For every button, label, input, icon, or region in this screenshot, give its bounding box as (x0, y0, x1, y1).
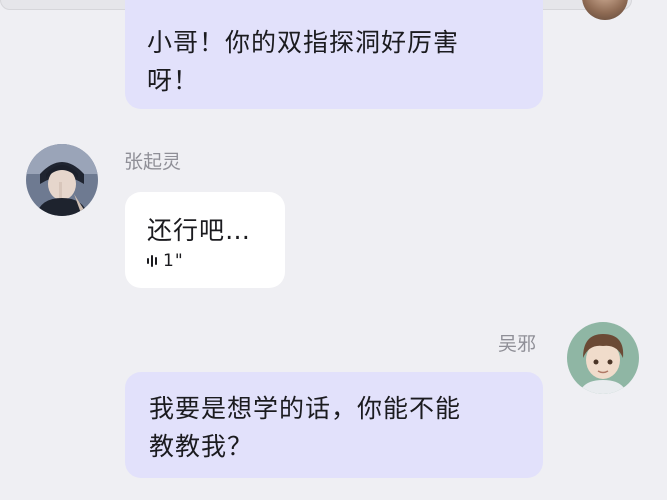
sender-name: 吴邪 (498, 333, 537, 355)
message-bubble-own[interactable]: 小哥！你的双指探洞好厉害 呀！ (125, 0, 543, 109)
voice-message[interactable]: 1" (147, 251, 263, 271)
voice-duration: 1" (163, 251, 184, 271)
avatar-zhang-qiling[interactable] (26, 144, 98, 216)
message-text-line: 还行吧… (147, 216, 252, 245)
message-text-line: 呀！ (147, 66, 200, 95)
message-text-line: 小哥！你的双指探洞好厉害 (147, 28, 460, 57)
message-bubble-own[interactable]: 我要是想学的话，你能不能 教教我？ (125, 372, 543, 478)
avatar-wu-xie[interactable] (567, 322, 639, 394)
voice-wave-icon (147, 254, 157, 268)
message-text-line: 教教我？ (149, 432, 254, 461)
message-bubble-other[interactable]: 还行吧… 1" (125, 192, 285, 288)
message-text-line: 我要是想学的话，你能不能 (149, 394, 462, 423)
sender-name: 张起灵 (124, 151, 182, 173)
user-avatar-partial (582, 0, 628, 20)
